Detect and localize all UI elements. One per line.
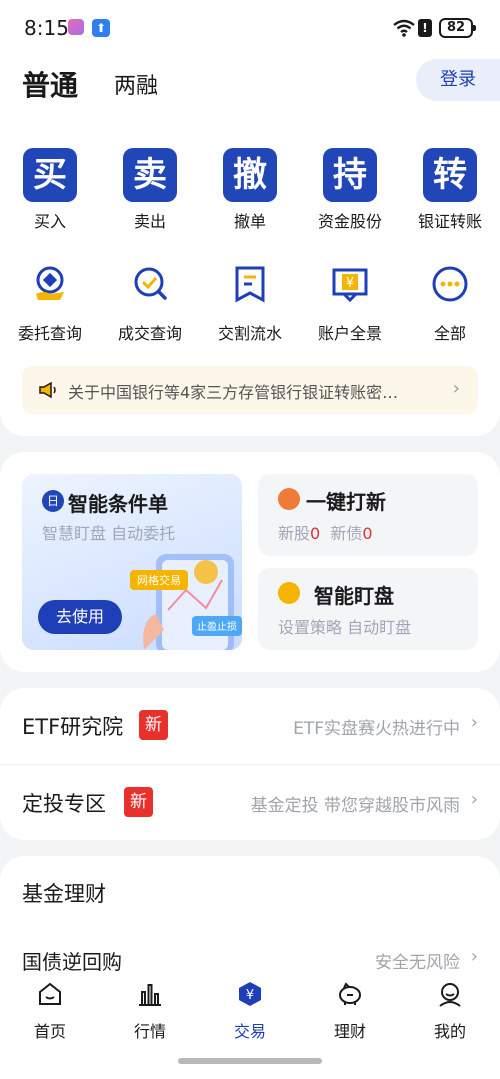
smart-order-title: 智能条件单 [68, 492, 168, 516]
nav-market-label: 行情 [133, 1022, 166, 1041]
nav-mine-label: 我的 [433, 1022, 466, 1041]
buy-icon: 买 [23, 148, 77, 202]
holdings-label: 资金股份 [317, 212, 382, 231]
smart-watch-subtitle: 设置策略 自动盯盘 [278, 618, 412, 637]
alert-icon: ! [418, 19, 432, 37]
ipo-card[interactable]: 一键打新 新股0 新债0 [258, 474, 478, 556]
smart-watch-card[interactable]: 智能盯盘 设置策略 自动盯盘 [258, 568, 478, 650]
smart-watch-title: 智能盯盘 [314, 584, 394, 608]
piggy-bank-icon [339, 982, 361, 1005]
list-item-etf[interactable]: ETF研究院 新 ETF实盘赛火热进行中 › [0, 688, 500, 764]
deal-query-label: 成交查询 [117, 324, 182, 343]
fund-title: 基金理财 [22, 882, 106, 906]
nav-home-label: 首页 [33, 1022, 66, 1041]
feature-list-card: ETF研究院 新 ETF实盘赛火热进行中 › 定投专区 新 基金定投 带您穿越股… [0, 688, 500, 840]
ipo-title: 一键打新 [306, 490, 386, 514]
cancel-order-label: 撤单 [233, 212, 266, 231]
sell-action[interactable]: 卖 卖出 [100, 148, 200, 232]
status-bar: 8:15 ⬆ ! 82 [0, 0, 500, 56]
holdings-action[interactable]: 持 资金股份 [300, 148, 400, 232]
status-time: 8:15 [24, 16, 69, 40]
ipo-icon [278, 488, 300, 510]
smart-order-icon: 日 [42, 490, 64, 512]
new-badge: 新 [124, 787, 153, 817]
all-actions-label: 全部 [433, 324, 466, 343]
notice-banner[interactable]: 关于中国银行等4家三方存管银行银证转账密… › [22, 366, 478, 414]
deal-query-action[interactable]: 成交查询 [100, 264, 200, 344]
home-indicator[interactable] [178, 1058, 322, 1064]
tab-margin-trading[interactable]: 两融 [114, 68, 158, 100]
all-actions[interactable]: 全部 [400, 264, 500, 344]
cancel-order-icon: 撤 [223, 148, 277, 202]
bar-chart-icon [139, 984, 161, 1006]
login-button[interactable]: 登录 [416, 59, 500, 101]
bank-transfer-action[interactable]: 转 银证转账 [400, 148, 500, 232]
fixed-invest-title: 定投专区 [22, 792, 106, 816]
use-now-button[interactable]: 去使用 [38, 600, 122, 634]
promo-card: 日 智能条件单 智慧盯盘 自动委托 网格交易 止盈止损 去使用 一键打新 新股0… [0, 452, 500, 672]
buy-label: 买入 [33, 212, 66, 231]
megaphone-icon [39, 381, 56, 399]
nav-home[interactable]: 首页 [20, 980, 80, 1042]
nav-trade-label: 交易 [233, 1022, 266, 1041]
repo-desc: 安全无风险 [375, 953, 460, 973]
new-badge: 新 [139, 710, 168, 740]
settlement-action[interactable]: 交割流水 [200, 264, 300, 344]
holdings-icon: 持 [323, 148, 377, 202]
chevron-right-icon: › [470, 946, 478, 967]
phone-illustration-icon: 网格交易 止盈止损 [130, 554, 242, 650]
trade-yuan-icon: ¥ [239, 982, 261, 1006]
tab-normal[interactable]: 普通 [22, 64, 78, 104]
profile-icon [439, 983, 461, 1007]
chevron-right-icon: › [470, 712, 478, 733]
wifi-icon [393, 19, 415, 37]
more-icon [432, 266, 468, 302]
notification-upload-icon: ⬆ [92, 19, 110, 37]
main-actions-row: 买 买入 卖 卖出 撤 撤单 持 资金股份 转 银证转账 [0, 148, 500, 232]
settlement-icon [235, 266, 265, 303]
grid-trade-tag: 网格交易 [137, 573, 181, 587]
chevron-right-icon: › [470, 789, 478, 810]
nav-trade[interactable]: ¥ 交易 [220, 980, 280, 1042]
smart-order-subtitle: 智慧盯盘 自动委托 [42, 524, 176, 543]
deal-query-icon [134, 267, 167, 300]
fixed-invest-desc: 基金定投 带您穿越股市风雨 [250, 796, 460, 816]
sell-icon: 卖 [123, 148, 177, 202]
smart-order-card[interactable]: 日 智能条件单 智慧盯盘 自动委托 网格交易 止盈止损 去使用 [22, 474, 242, 650]
nav-mine[interactable]: 我的 [420, 980, 480, 1042]
repo-title[interactable]: 国债逆回购 [22, 946, 122, 975]
etf-title: ETF研究院 [22, 715, 124, 739]
nav-market[interactable]: 行情 [120, 980, 180, 1042]
account-overview-icon: ¥ [332, 268, 368, 303]
bell-icon [278, 582, 300, 604]
svg-text:¥: ¥ [246, 988, 254, 1003]
ipo-subtitle: 新股0 新债0 [278, 524, 373, 543]
bank-transfer-icon: 转 [423, 148, 477, 202]
delegate-query-label: 委托查询 [17, 324, 82, 343]
stop-profit-loss-tag: 止盈止损 [197, 620, 237, 633]
delegate-query-icon [36, 266, 64, 300]
svg-text:¥: ¥ [346, 276, 354, 291]
bank-transfer-label: 银证转账 [417, 212, 482, 231]
trade-top-card: 普通 两融 登录 买 买入 卖 卖出 撤 撤单 持 资金股份 转 银证转账 委托… [0, 56, 500, 436]
buy-action[interactable]: 买 买入 [0, 148, 100, 232]
account-overview-label: 账户全景 [317, 324, 382, 343]
account-overview-action[interactable]: ¥ 账户全景 [300, 264, 400, 344]
battery-indicator: 82 [439, 18, 476, 38]
etf-desc: ETF实盘赛火热进行中 [293, 719, 460, 739]
nav-wealth-label: 理财 [333, 1022, 366, 1041]
cancel-order-action[interactable]: 撤 撤单 [200, 148, 300, 232]
sub-actions-row: 委托查询 成交查询 交割流水 ¥ 账户全景 全部 [0, 264, 500, 344]
delegate-query-action[interactable]: 委托查询 [0, 264, 100, 344]
home-icon [39, 982, 61, 1005]
settlement-label: 交割流水 [217, 324, 282, 343]
notification-app-icon [68, 19, 84, 35]
chevron-right-icon: › [452, 378, 460, 399]
list-item-fixed-invest[interactable]: 定投专区 新 基金定投 带您穿越股市风雨 › [0, 765, 500, 841]
notice-text: 关于中国银行等4家三方存管银行银证转账密… [68, 383, 399, 402]
sell-label: 卖出 [133, 212, 166, 231]
nav-wealth[interactable]: 理财 [320, 980, 380, 1042]
